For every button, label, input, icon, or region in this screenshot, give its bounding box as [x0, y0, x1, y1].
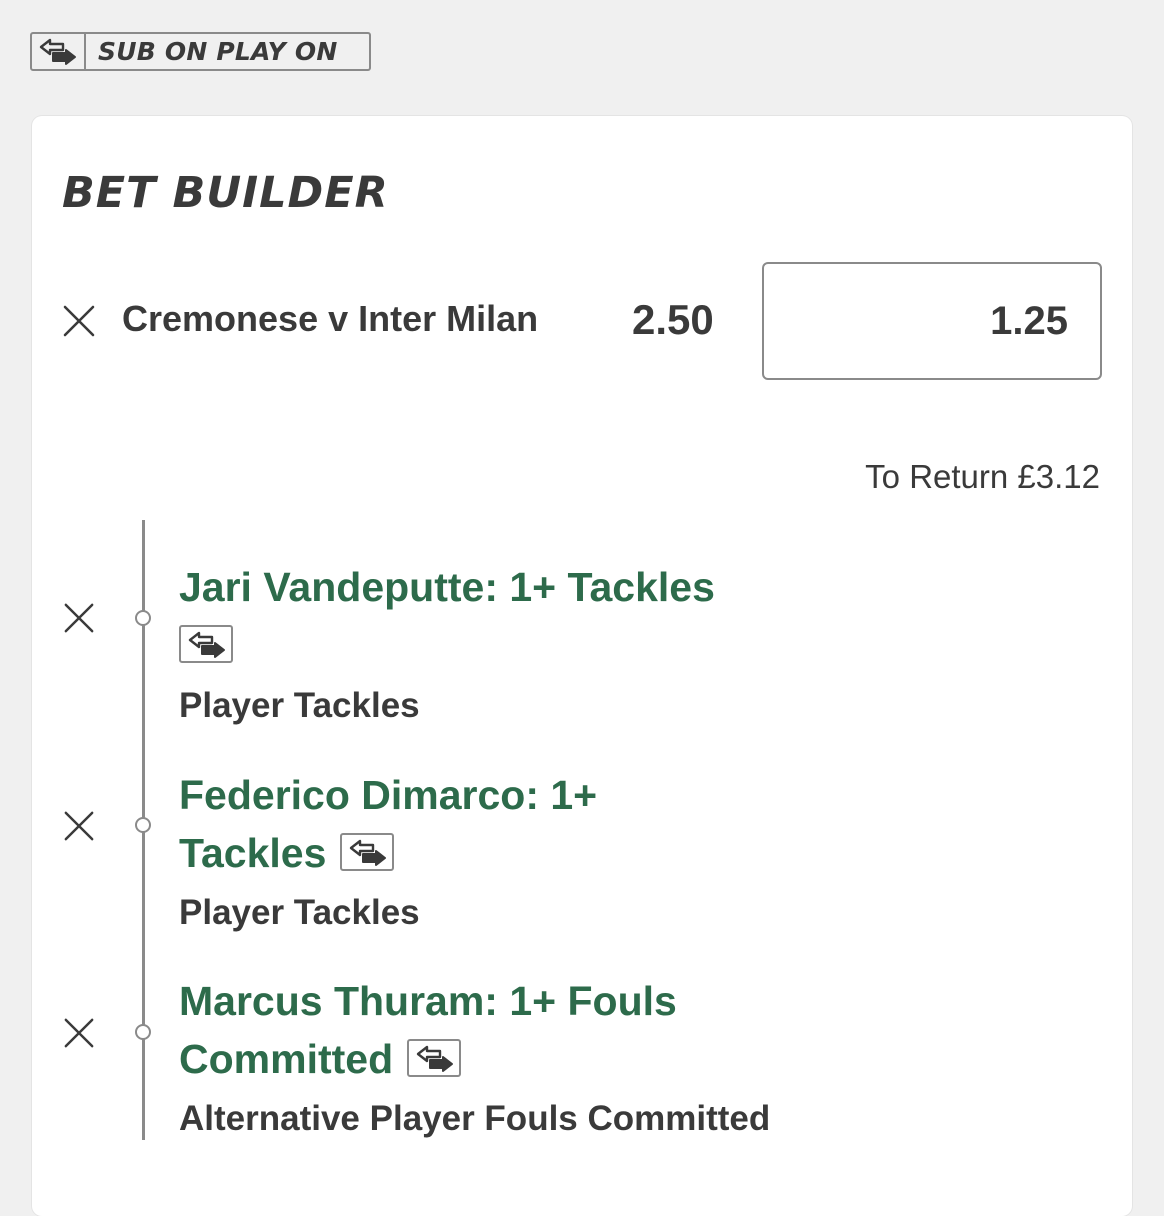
leg-selection-line1: Federico Dimarco: 1+ — [179, 772, 598, 818]
remove-leg-close-icon[interactable] — [63, 1017, 95, 1049]
leg-selection-line2: Committed — [179, 1036, 394, 1082]
leg-selection: Jari Vandeputte: 1+ Tackles — [179, 558, 715, 674]
leg-selection: Federico Dimarco: 1+ Tackles — [179, 766, 597, 882]
match-name: Cremonese v Inter Milan — [122, 298, 539, 339]
stake-input[interactable] — [762, 262, 1102, 380]
substitution-arrows-icon — [340, 833, 395, 872]
leg-market: Player Tackles — [179, 893, 420, 932]
bet-builder-title: BET BUILDER — [62, 168, 389, 218]
leg-timeline-dot — [135, 610, 151, 626]
bet-odds: 2.50 — [632, 296, 714, 343]
leg-selection-line2: Tackles — [179, 830, 327, 876]
remove-leg-close-icon[interactable] — [63, 810, 95, 842]
leg-market: Alternative Player Fouls Committed — [179, 1099, 771, 1138]
sub-on-play-on-label: SUB ON PLAY ON — [98, 37, 338, 66]
leg-timeline-dot — [135, 817, 151, 833]
substitution-arrows-icon — [32, 34, 86, 69]
remove-bet-close-icon[interactable] — [62, 304, 96, 338]
to-return-text: To Return £3.12 — [865, 458, 1100, 495]
leg-selection: Marcus Thuram: 1+ Fouls Committed — [179, 972, 677, 1088]
leg-timeline-dot — [135, 1024, 151, 1040]
leg-selection-line1: Jari Vandeputte: 1+ Tackles — [179, 564, 715, 610]
bet-builder-card: BET BUILDER Cremonese v Inter Milan 2.50… — [32, 116, 1132, 1216]
substitution-arrows-icon — [179, 625, 233, 664]
sub-on-play-on-badge: SUB ON PLAY ON — [30, 32, 371, 71]
remove-leg-close-icon[interactable] — [63, 602, 95, 634]
leg-market: Player Tackles — [179, 686, 420, 725]
substitution-arrows-icon — [407, 1039, 462, 1078]
leg-selection-line1: Marcus Thuram: 1+ Fouls — [179, 978, 677, 1024]
